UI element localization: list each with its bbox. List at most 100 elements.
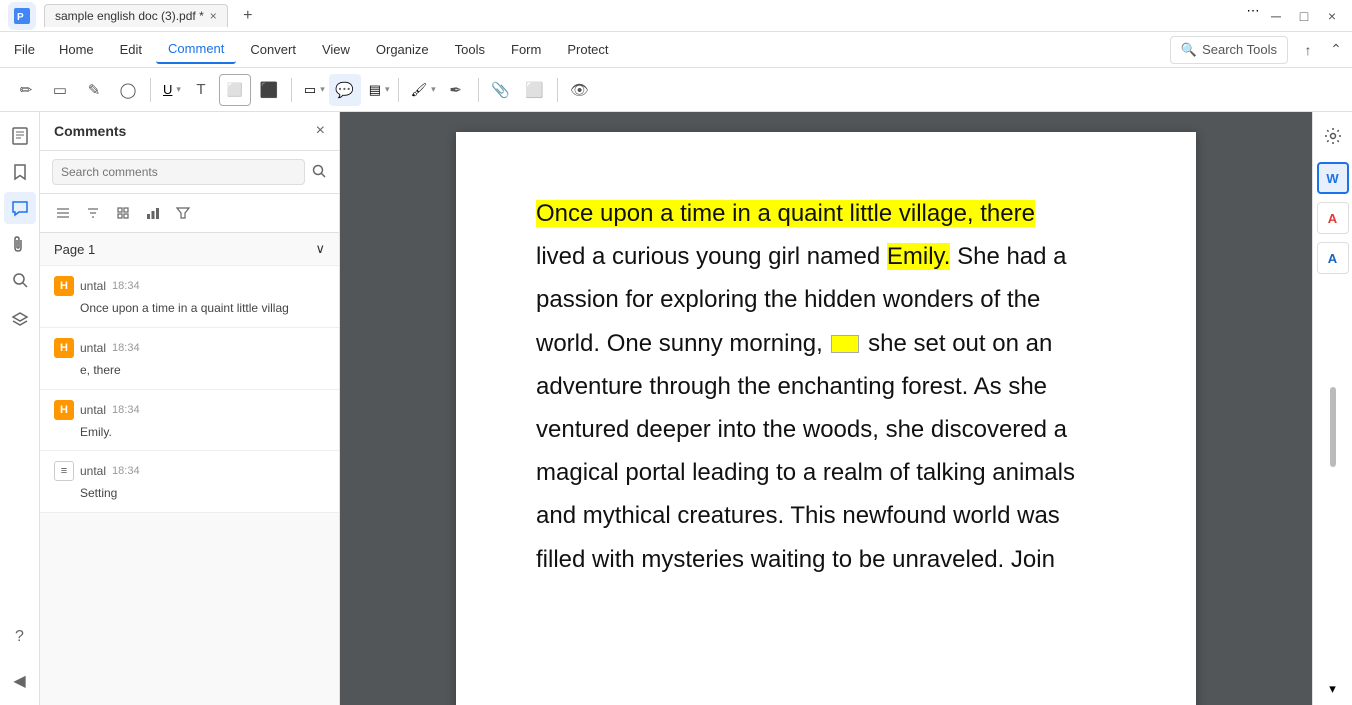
menu-item-protect[interactable]: Protect [555,36,620,63]
comment-expand-button[interactable] [110,200,136,226]
comment-item-2[interactable]: H untal 18:34 e, there [40,328,339,390]
ai-icon: A [1328,211,1337,226]
menu-item-organize[interactable]: Organize [364,36,441,63]
underline-icon: U [159,78,176,101]
tab-close-icon[interactable]: × [210,9,217,23]
collapse-sidebar-icon[interactable]: ◀ [4,665,36,697]
close-button[interactable]: × [1320,4,1344,28]
comments-search-submit-icon[interactable] [311,163,327,182]
measure-tool-button[interactable]: ▤ ▾ [363,78,392,102]
scrollbar-thumb[interactable] [1330,387,1336,467]
comment-tool-button[interactable]: 💬 [329,74,361,106]
comment-4-time: 18:34 [112,465,140,477]
pdf-viewer-area[interactable]: Once upon a time in a quaint little vill… [340,112,1312,705]
preview-tool-button[interactable]: 👁 [564,74,596,106]
menu-item-view[interactable]: View [310,36,362,63]
pages-icon[interactable] [4,120,36,152]
minimize-button[interactable]: ─ [1264,4,1288,28]
separator-1 [150,78,151,102]
area-tool-button[interactable]: ▭ [44,74,76,106]
shape-tool-button[interactable]: ▭ ▾ [298,78,327,102]
menu-item-home[interactable]: Home [47,36,106,63]
comments-close-button[interactable]: × [316,122,325,140]
comment-item-4[interactable]: ≡ untal 18:34 Setting [40,451,339,513]
comments-toolbar [40,194,339,233]
search-sidebar-icon[interactable] [4,264,36,296]
menu-item-form[interactable]: Form [499,36,553,63]
word-icon: W [1326,171,1338,186]
comments-sidebar-icon[interactable] [4,192,36,224]
menu-item-file[interactable]: File [4,38,45,61]
left-sidebar-icons: ? ◀ [0,112,40,705]
comment-1-avatar: H [54,276,74,296]
comment-3-author: untal [80,403,106,417]
comment-item-3[interactable]: H untal 18:34 Emily. [40,390,339,452]
pdf-line-4: world. One sunny morning, she set out on… [536,322,1116,365]
underline-tool-button[interactable]: U ▾ [157,78,183,101]
menu-item-edit[interactable]: Edit [108,36,154,63]
comment-2-header: H untal 18:34 [54,338,325,358]
word-integration-button[interactable]: W [1317,162,1349,194]
pdf-scrollbar[interactable] [1313,377,1352,677]
comment-list-view-button[interactable] [50,200,76,226]
callout-tool-button[interactable]: ⬛ [253,74,285,106]
comment-4-avatar: ≡ [54,461,74,481]
pdf-line-7: magical portal leading to a realm of tal… [536,451,1116,494]
window-controls: ⋯ ─ □ × [1246,4,1344,28]
ai-button[interactable]: A [1317,202,1349,234]
stamp-tool-button[interactable]: 🖌 ▾ [405,78,438,102]
highlight-tool-button[interactable]: ✏ [10,74,42,106]
help-icon[interactable]: ? [4,621,36,653]
right-sidebar: W A A ▾ [1312,112,1352,705]
comments-panel-header: Comments × [40,112,339,151]
comment-3-text: Emily. [80,424,325,441]
page-1-label[interactable]: Page 1 ∨ [40,233,339,266]
pdf-line-5: adventure through the enchanting forest.… [536,365,1116,408]
form-tool-button[interactable]: ⬜ [519,74,551,106]
new-tab-button[interactable]: + [236,4,260,28]
active-tab[interactable]: sample english doc (3).pdf * × [44,4,228,27]
scroll-down-button[interactable]: ▾ [1329,681,1336,697]
separator-4 [478,78,479,102]
comment-4-header: ≡ untal 18:34 [54,461,325,481]
menu-item-comment[interactable]: Comment [156,35,236,64]
comment-chart-button[interactable] [140,200,166,226]
pdf-content: Once upon a time in a quaint little vill… [536,192,1116,581]
comment-1-text: Once upon a time in a quaint little vill… [80,300,325,317]
pencil-tool-button[interactable]: ✎ [78,74,110,106]
text-tool-button[interactable]: T [185,74,217,106]
comment-3-time: 18:34 [112,404,140,416]
svg-text:P: P [17,12,24,23]
attachment-tool-button[interactable]: 📎 [485,74,517,106]
excel-button[interactable]: A [1317,242,1349,274]
eraser-tool-button[interactable]: ◯ [112,74,144,106]
comment-item-1[interactable]: H untal 18:34 Once upon a time in a quai… [40,266,339,328]
comment-sort-button[interactable] [80,200,106,226]
stamp-icon: 🖌 [407,78,432,102]
maximize-button[interactable]: □ [1292,4,1316,28]
stamp-arrow-icon: ▾ [431,84,436,95]
pdf-line-9: filled with mysteries waiting to be unra… [536,538,1116,581]
bookmarks-icon[interactable] [4,156,36,188]
more-options-icon[interactable]: ⋯ [1246,4,1260,18]
separator-5 [557,78,558,102]
menu-item-convert[interactable]: Convert [238,36,308,63]
upload-button[interactable]: ↑ [1296,38,1320,62]
comment-2-time: 18:34 [112,342,140,354]
signature-tool-button[interactable]: ✒ [440,74,472,106]
shape-icon: ▭ [300,78,320,102]
comment-2-author: untal [80,341,106,355]
comments-list: Page 1 ∨ H untal 18:34 Once upon a time … [40,233,339,705]
menu-item-tools[interactable]: Tools [443,36,497,63]
comment-filter-button[interactable] [170,200,196,226]
search-tools-button[interactable]: 🔍 Search Tools [1170,36,1288,64]
page-1-label-text: Page 1 [54,242,95,257]
attachments-icon[interactable] [4,228,36,260]
right-sidebar-settings-icon[interactable] [1317,120,1349,152]
chevron-up-icon[interactable]: ⌃ [1324,38,1348,62]
textbox-tool-button[interactable]: ⬜ [219,74,251,106]
comment-1-header: H untal 18:34 [54,276,325,296]
layers-icon[interactable] [4,304,36,336]
search-tools-icon: 🔍 [1181,42,1197,58]
comments-search-input[interactable] [52,159,305,185]
